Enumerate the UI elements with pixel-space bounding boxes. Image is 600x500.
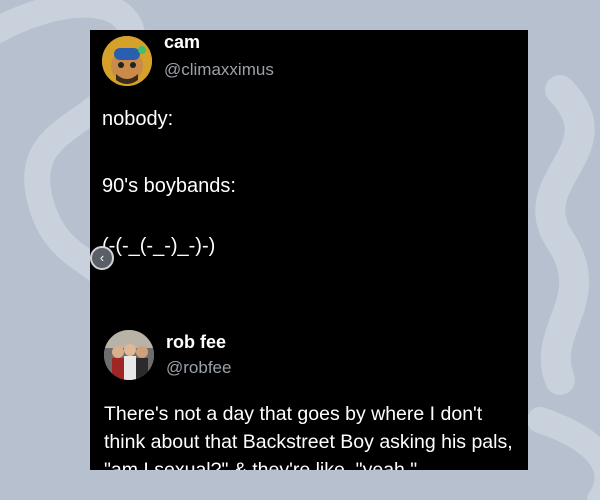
previous-button[interactable]: ‹: [90, 246, 114, 270]
tweet-cam: cam @climaxximus nobody: 90's boybands: …: [90, 30, 528, 300]
user-handle[interactable]: @robfee: [166, 358, 231, 378]
display-name[interactable]: rob fee: [166, 332, 226, 353]
avatar[interactable]: [104, 330, 154, 380]
avatar[interactable]: [102, 36, 152, 86]
tweet-text-line: nobody:: [102, 108, 174, 130]
tweet-text-line: 90's boybands:: [102, 175, 236, 197]
avatar-illustration-icon: [102, 36, 152, 86]
chevron-left-icon: ‹: [99, 250, 105, 265]
display-name[interactable]: cam: [164, 32, 200, 53]
avatar-photo-icon: [104, 330, 154, 380]
tweet-text-line: (-(-_(-_-)_-)-): [102, 235, 216, 257]
tweet-robfee: rob fee @robfee There's not a day that g…: [90, 300, 528, 470]
tweet-text: There's not a day that goes by where I d…: [104, 403, 513, 470]
user-handle[interactable]: @climaxximus: [164, 60, 274, 80]
screenshot-card: cam @climaxximus nobody: 90's boybands: …: [90, 30, 528, 470]
